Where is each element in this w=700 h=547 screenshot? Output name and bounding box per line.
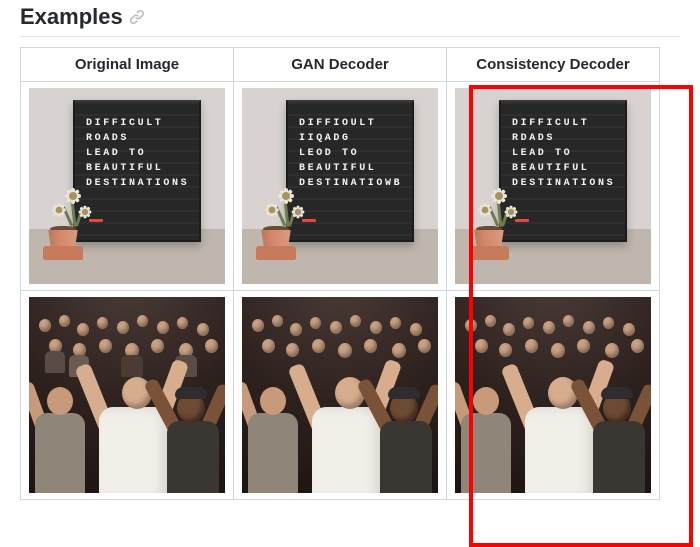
cell-r1c2: DIFFIOULT IIQADG LEOD TO BEAUTIFUL DESTI… [234, 82, 447, 291]
col-header-gan: GAN Decoder [234, 48, 447, 82]
cell-r2c2 [234, 291, 447, 500]
image-crowd-consistency [455, 297, 651, 493]
image-letterboard-consistency: DIFFICULT RDADS LEAD TO BEAUTIFUL DESTIN… [455, 88, 651, 284]
board-text: DIFFICULT RDADS LEAD TO BEAUTIFUL DESTIN… [512, 118, 615, 189]
image-crowd-gan [242, 297, 438, 493]
section-heading: Examples [20, 4, 680, 37]
image-letterboard-original: DIFFICULT ROADS LEAD TO BEAUTIFUL DESTIN… [29, 88, 225, 284]
cell-r2c3 [447, 291, 660, 500]
section-heading-text: Examples [20, 4, 123, 30]
cell-r1c3: DIFFICULT RDADS LEAD TO BEAUTIFUL DESTIN… [447, 82, 660, 291]
table-row: DIFFICULT ROADS LEAD TO BEAUTIFUL DESTIN… [21, 82, 660, 291]
image-crowd-original [29, 297, 225, 493]
table-row [21, 291, 660, 500]
board-text: DIFFIOULT IIQADG LEOD TO BEAUTIFUL DESTI… [299, 118, 402, 189]
col-header-original: Original Image [21, 48, 234, 82]
cell-r2c1 [21, 291, 234, 500]
examples-wrapper: Original Image GAN Decoder Consistency D… [20, 47, 680, 500]
board-text: DIFFICULT ROADS LEAD TO BEAUTIFUL DESTIN… [86, 118, 189, 189]
examples-table: Original Image GAN Decoder Consistency D… [20, 47, 660, 500]
anchor-link-icon[interactable] [129, 9, 145, 25]
image-letterboard-gan: DIFFIOULT IIQADG LEOD TO BEAUTIFUL DESTI… [242, 88, 438, 284]
col-header-consistency: Consistency Decoder [447, 48, 660, 82]
cell-r1c1: DIFFICULT ROADS LEAD TO BEAUTIFUL DESTIN… [21, 82, 234, 291]
